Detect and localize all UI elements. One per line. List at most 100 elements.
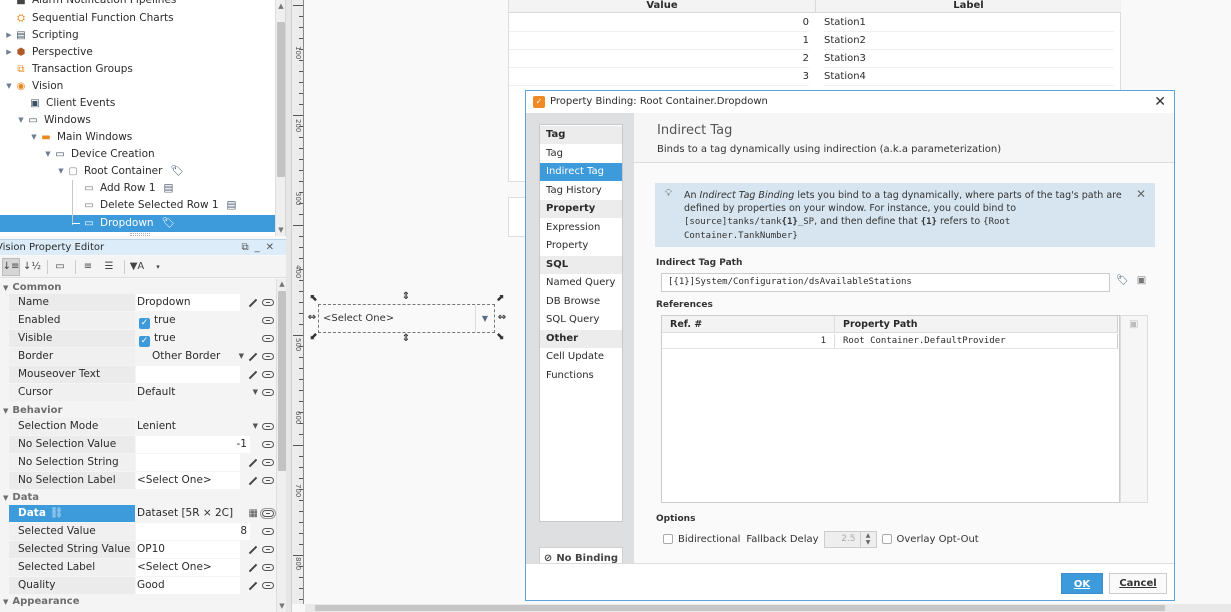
dropdown-component[interactable]: <Select One> ▼ <box>318 304 495 333</box>
dropdown-arrow-icon[interactable]: ▼ <box>253 418 258 435</box>
ref-number-cell[interactable]: 1 <box>662 334 835 349</box>
bidirectional-checkbox[interactable] <box>663 534 673 544</box>
property-row-cursor[interactable]: Cursor Default ▼ <box>9 384 276 401</box>
tree-item-delete-selected-row-1[interactable]: ▭ Delete Selected Row 1 ▤ <box>82 197 236 214</box>
insert-property-icon[interactable]: ▣ <box>1129 319 1138 330</box>
dataset-cell-label[interactable]: Station1 <box>824 14 1114 32</box>
tree-item-transaction-groups[interactable]: ⧉ Transaction Groups <box>14 61 132 78</box>
dialog-titlebar[interactable]: ✓ Property Binding: Root Container.Dropd… <box>526 91 1174 113</box>
property-value-select[interactable]: Other Border <box>136 348 240 365</box>
pencil-icon[interactable] <box>248 352 258 361</box>
property-value-select[interactable]: Lenient <box>136 418 240 435</box>
scrollbar-thumb[interactable] <box>278 291 286 471</box>
collapse-arrow-icon[interactable]: ▼ <box>43 146 53 163</box>
pencil-icon[interactable] <box>248 581 258 590</box>
minimize-panel-icon[interactable]: _ <box>255 242 266 253</box>
binding-type-tag[interactable]: Tag <box>540 145 622 163</box>
resize-handle-se-icon[interactable]: ⬊ <box>494 331 506 343</box>
dataset-cell-value[interactable]: 2 <box>509 50 809 68</box>
pencil-icon[interactable] <box>248 370 258 379</box>
resize-handle-nw-icon[interactable]: ⬉ <box>308 293 320 305</box>
binding-link-icon[interactable] <box>262 582 274 589</box>
dismiss-info-icon[interactable]: ✕ <box>1136 187 1146 201</box>
close-icon[interactable]: ✕ <box>1154 91 1166 113</box>
resize-handle-n-icon[interactable]: ⇕ <box>400 291 412 303</box>
column-header-value[interactable]: Value <box>509 0 816 13</box>
binding-link-icon[interactable] <box>262 335 274 342</box>
binding-link-icon[interactable] <box>262 423 274 430</box>
tree-scrollbar[interactable]: ▲ ▼ <box>275 0 285 236</box>
binding-link-icon[interactable] <box>260 508 276 519</box>
splitter-grip[interactable] <box>130 233 150 236</box>
binding-type-db-browse[interactable]: DB Browse <box>540 293 622 311</box>
tree-item-alarm-pipelines[interactable]: ■ Alarm Notification Pipelines <box>14 0 176 9</box>
dataset-cell-value[interactable]: 3 <box>509 68 809 86</box>
property-row-selection-mode[interactable]: Selection Mode Lenient ▼ <box>9 418 276 435</box>
property-row-data[interactable]: Data ⛓ Dataset [5R × 2C] ▦ <box>9 505 276 522</box>
property-row-selected-value[interactable]: Selected Value 8 <box>9 523 276 540</box>
property-row-no-selection-label[interactable]: No Selection Label <Select One> <box>9 472 276 489</box>
spinner-down-icon[interactable]: ▼ <box>866 539 871 546</box>
column-header-label[interactable]: Label <box>816 0 1121 13</box>
binding-link-icon[interactable] <box>262 389 274 396</box>
property-row-selected-label[interactable]: Selected Label <Select One> <box>9 559 276 576</box>
tree-item-vision[interactable]: ▼ ◉ Vision <box>4 78 63 95</box>
tree-item-dropdown[interactable]: ▭ Dropdown 🏷︎ <box>72 215 175 232</box>
binding-type-cell-update[interactable]: Cell Update <box>540 348 622 366</box>
expand-all-icon[interactable]: ≡ <box>79 258 97 276</box>
tree-item-root-container[interactable]: ▼ ▢ Root Container 🏷︎ <box>56 163 183 180</box>
property-value-input[interactable] <box>136 366 240 383</box>
collapse-arrow-icon[interactable]: ▼ <box>4 78 14 95</box>
sort-categorized-icon[interactable]: ↓≡ <box>2 257 20 276</box>
expand-arrow-icon[interactable]: ▶ <box>4 44 14 61</box>
overlay-opt-out-checkbox[interactable] <box>881 534 892 544</box>
collapse-arrow-icon[interactable]: ▼ <box>29 129 39 146</box>
tree-item-sfc[interactable]: ⛭ Sequential Function Charts <box>14 10 174 27</box>
property-row-name[interactable]: Name Dropdown <box>9 294 276 311</box>
binding-link-icon[interactable] <box>262 299 274 306</box>
property-value-input[interactable]: 8 <box>136 523 250 540</box>
property-row-no-selection-value[interactable]: No Selection Value -1 <box>9 436 276 453</box>
binding-type-named-query[interactable]: Named Query <box>540 274 622 292</box>
tree-item-perspective[interactable]: ▶ ⬢ Perspective <box>4 44 93 61</box>
filter-dropdown-icon[interactable]: ▾ <box>149 258 167 276</box>
spinner-up-icon[interactable]: ▲ <box>866 532 871 539</box>
pencil-icon[interactable] <box>248 563 258 572</box>
category-appearance[interactable]: ▼ Appearance <box>0 593 80 610</box>
float-panel-icon[interactable]: ⧉ <box>241 242 254 253</box>
binding-link-icon[interactable] <box>262 317 274 324</box>
references-table[interactable]: Ref. # Property Path 1 Root Container.De… <box>661 315 1120 503</box>
tree-item-main-windows[interactable]: ▼ ▬ Main Windows <box>29 129 132 146</box>
property-row-no-selection-string[interactable]: No Selection String <box>9 454 276 471</box>
property-row-visible[interactable]: Visible ✓ true <box>9 330 276 347</box>
tree-item-scripting[interactable]: ▶ ▤ Scripting <box>4 27 78 44</box>
property-row-quality[interactable]: Quality Good <box>9 577 276 594</box>
property-value-input[interactable]: Good <box>136 577 240 594</box>
tag-browse-icon[interactable]: 🏷︎ <box>1116 275 1129 286</box>
column-header-property-path[interactable]: Property Path <box>835 316 1118 333</box>
property-value-input[interactable]: <Select One> <box>136 559 240 576</box>
resize-handle-s-icon[interactable]: ⇕ <box>400 333 412 345</box>
binding-link-icon[interactable] <box>262 459 274 466</box>
scrollbar-thumb[interactable] <box>315 605 1165 611</box>
binding-link-icon[interactable] <box>262 528 274 535</box>
binding-link-icon[interactable] <box>262 353 274 360</box>
insert-property-icon[interactable]: ▣ <box>1137 275 1146 286</box>
expand-arrow-icon[interactable]: ▶ <box>4 27 14 44</box>
customizers-icon[interactable]: ▭ <box>51 258 69 276</box>
property-value-input[interactable] <box>136 454 240 471</box>
collapse-arrow-icon[interactable]: ▼ <box>16 112 26 129</box>
collapse-all-icon[interactable]: ☰ <box>100 258 118 276</box>
pencil-icon[interactable] <box>248 476 258 485</box>
checkbox-checked[interactable]: ✓ <box>139 318 150 329</box>
pencil-icon[interactable] <box>248 545 258 554</box>
scrollbar-thumb[interactable] <box>277 22 285 177</box>
property-value-input[interactable]: OP10 <box>136 541 240 558</box>
binding-type-tag-history[interactable]: Tag History <box>540 182 622 200</box>
binding-link-icon[interactable] <box>262 477 274 484</box>
category-behavior[interactable]: ▼ Behavior <box>0 402 62 419</box>
resize-handle-e-icon[interactable]: ⇔ <box>496 312 508 324</box>
scroll-down-icon[interactable]: ▼ <box>276 226 285 234</box>
cancel-button[interactable]: Cancel <box>1109 573 1167 594</box>
column-header-ref[interactable]: Ref. # <box>662 316 835 333</box>
